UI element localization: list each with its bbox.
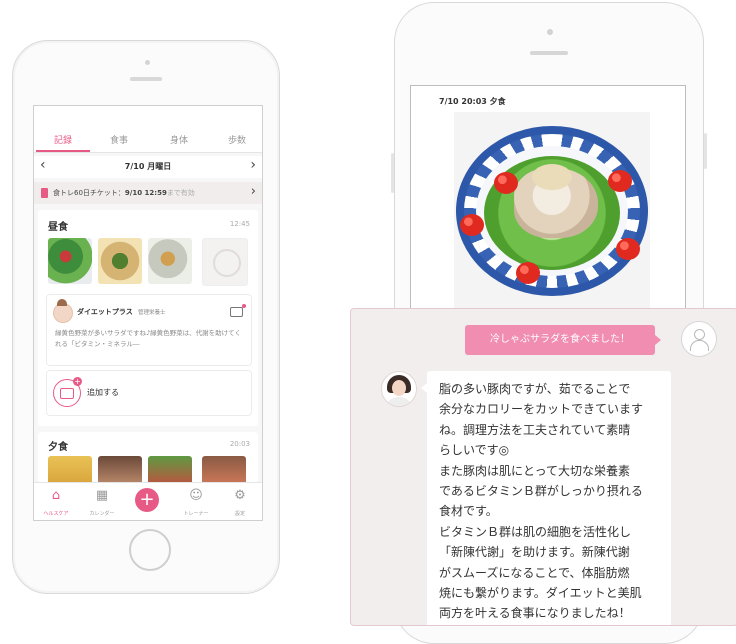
ticket-banner[interactable]: 食トレ60日チケット：9/10 12:59まで有効 › [34, 182, 262, 204]
add-photo-button[interactable]: + 追加する [46, 370, 252, 416]
home-button[interactable] [129, 529, 171, 571]
camera-icon [60, 388, 74, 399]
advisor-avatar [381, 371, 417, 407]
gear-icon: ⚙ [234, 488, 246, 503]
bottom-navigation: ⌂ ヘルスケア ▦ カレンダー + ☺ トレーナー ⚙ 設定 [34, 482, 262, 520]
meal-photo[interactable] [148, 456, 192, 482]
advisor-comment[interactable]: ダイエットプラス 管理栄養士 緑黄色野菜が多いサラダですね♪緑黄色野菜は、代謝を… [46, 294, 252, 366]
meal-photo[interactable] [48, 456, 92, 482]
empty-photo-slot[interactable] [202, 238, 248, 286]
post-timestamp: 7/10 20:03 夕食 [439, 97, 506, 106]
tomato [494, 172, 518, 194]
chat-icon[interactable] [230, 307, 243, 317]
speaker [130, 77, 162, 81]
advisor-role: 管理栄養士 [138, 310, 166, 316]
advisor-avatar [53, 303, 73, 323]
calendar-icon: ▦ [95, 488, 109, 503]
current-date: 7/10 月曜日 [124, 162, 172, 171]
advisor-hair [57, 299, 67, 306]
nav-label: カレンダー [89, 511, 115, 517]
tomato [516, 262, 540, 284]
ticket-text: 食トレ60日チケット：9/10 12:59まで有効 [53, 189, 195, 197]
home-icon: ⌂ [51, 488, 61, 503]
user-avatar-icon [681, 321, 717, 357]
nav-label: トレーナー [183, 511, 209, 517]
advisor-message-preview: 緑黄色野菜が多いサラダですね♪緑黄色野菜は、代謝を助けてくれる「ビタミン・ミネラ… [55, 329, 241, 348]
unread-dot [242, 304, 246, 308]
avatar-head [694, 329, 705, 340]
meal-post-screen: 7/10 20:03 夕食 [410, 85, 686, 327]
advisor-shoulders [386, 397, 412, 406]
meal-title: 夕食 [48, 442, 68, 453]
meal-photo[interactable] [148, 238, 192, 284]
speaker [530, 51, 568, 55]
ticket-icon [41, 188, 48, 198]
meal-photo[interactable] [454, 112, 650, 308]
tab-record[interactable]: 記録 [38, 133, 88, 146]
grated-radish [532, 164, 572, 190]
tab-body[interactable]: 身体 [154, 133, 204, 146]
tab-meal[interactable]: 食事 [94, 133, 144, 146]
divider [34, 152, 262, 153]
chat-panel: 冷しゃぶサラダを食べました！ 脂の多い豚肉ですが、茹でることで 余分なカロリーを… [350, 308, 736, 626]
bubble-tail [655, 335, 661, 345]
nav-settings[interactable]: ⚙ 設定 [218, 483, 262, 520]
tomato [608, 170, 632, 192]
dinner-card: 夕食 20:03 [38, 432, 258, 482]
advisor-reply-bubble: 脂の多い豚肉ですが、茹でることで 余分なカロリーをカットできています ね。調理方… [427, 371, 671, 625]
app-screen: 記録 食事 身体 歩数 ‹ 7/10 月曜日 › 食トレ60日チケット：9/10… [33, 105, 263, 521]
meal-photo[interactable] [98, 456, 142, 482]
front-camera [145, 60, 150, 65]
meal-photo[interactable] [202, 456, 246, 482]
tomato [460, 214, 484, 236]
nav-label: 設定 [234, 511, 245, 517]
add-label: 追加する [87, 388, 119, 397]
meal-time: 20:03 [229, 440, 250, 448]
ticket-chevron-icon: › [250, 184, 256, 199]
nav-calendar[interactable]: ▦ カレンダー [80, 483, 124, 520]
add-record-plus-icon[interactable]: + [135, 488, 159, 512]
left-phone-frame: 記録 食事 身体 歩数 ‹ 7/10 月曜日 › 食トレ60日チケット：9/10… [12, 40, 280, 594]
placeholder-icon [213, 249, 241, 277]
nav-trainer[interactable]: ☺ トレーナー [174, 483, 218, 520]
meal-time: 12:45 [229, 220, 250, 228]
volume-button [391, 153, 394, 193]
chat-icon: ☺ [189, 488, 203, 503]
advisor-name: ダイエットプラス [77, 308, 133, 316]
meal-photo[interactable] [48, 238, 92, 284]
lunch-card: 昼食 12:45 ダイエットプラス 管理栄養士 緑黄色野菜が多いサラダですね♪緑… [38, 210, 258, 426]
front-camera [547, 29, 553, 35]
user-message-bubble: 冷しゃぶサラダを食べました！ [465, 325, 655, 355]
advisor-face [392, 380, 406, 396]
avatar-body [690, 340, 709, 351]
power-button [704, 133, 707, 169]
tomato [616, 238, 640, 260]
top-tabs: 記録 食事 身体 歩数 [34, 106, 262, 152]
tab-steps[interactable]: 歩数 [212, 133, 262, 146]
plus-badge-icon: + [73, 377, 82, 386]
date-navigator: ‹ 7/10 月曜日 › [34, 156, 262, 178]
advisor-reply-text: 脂の多い豚肉ですが、茹でることで 余分なカロリーをカットできています ね。調理方… [439, 382, 644, 621]
nav-label: ヘルスケア [43, 511, 69, 517]
meal-photo[interactable] [98, 238, 142, 284]
meal-title: 昼食 [48, 222, 68, 233]
next-day-arrow-icon[interactable]: › [250, 157, 256, 173]
nav-healthcare[interactable]: ⌂ ヘルスケア [34, 483, 78, 520]
